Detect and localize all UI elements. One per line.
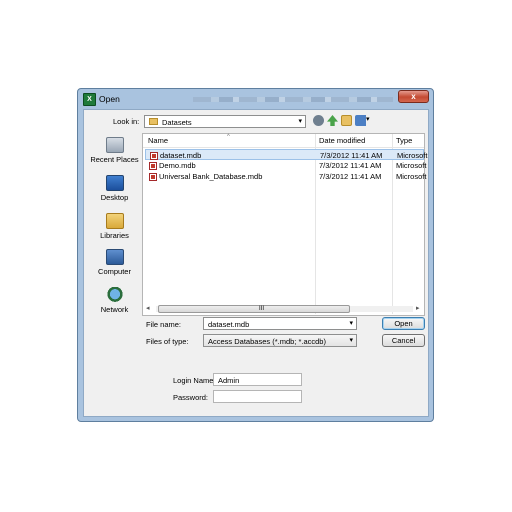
files-of-type-label: Files of type:	[146, 337, 189, 346]
files-of-type-dropdown[interactable]: Access Databases (*.mdb; *.accdb) ▾	[203, 334, 357, 347]
place-desktop[interactable]: Desktop	[89, 175, 140, 202]
look-in-label: Look in:	[113, 117, 140, 126]
scrollbar-grip: III	[259, 306, 265, 312]
new-folder-icon[interactable]	[341, 115, 352, 126]
places-bar: Recent Places Desktop Libraries Computer…	[89, 135, 140, 367]
place-label: Desktop	[100, 193, 129, 202]
chevron-down-icon[interactable]: ▾	[349, 319, 353, 327]
look-in-value: Datasets	[162, 118, 192, 127]
folder-icon	[149, 118, 158, 125]
scroll-left-icon[interactable]: ◂	[146, 304, 150, 312]
column-header-name[interactable]: Name	[148, 136, 168, 145]
file-name-label: File name:	[146, 320, 182, 329]
recent-places-icon	[105, 137, 124, 153]
place-network[interactable]: Network	[89, 287, 140, 314]
computer-icon	[105, 249, 124, 265]
file-type-cell: Microsoft	[396, 172, 427, 181]
file-name-input[interactable]: dataset.mdb ▾	[203, 317, 357, 330]
file-list[interactable]: Name ^ Date modified Type dataset.mdb 7/…	[142, 133, 428, 316]
file-row-demo[interactable]: Demo.mdb 7/3/2012 11:41 AM Microsoft	[145, 160, 427, 171]
file-name-cell: dataset.mdb	[160, 151, 202, 160]
file-date-cell: 7/3/2012 11:41 AM	[320, 151, 383, 160]
password-label: Password:	[173, 393, 209, 402]
place-computer[interactable]: Computer	[89, 249, 140, 276]
header-divider	[143, 147, 424, 148]
access-file-icon	[149, 162, 157, 170]
file-name-cell: Universal Bank_Database.mdb	[159, 172, 263, 181]
files-of-type-value: Access Databases (*.mdb; *.accdb)	[208, 337, 326, 346]
dialog-client-area: Look in: Datasets ▾ ▾ Recent Places Desk…	[83, 109, 429, 417]
chevron-down-icon[interactable]: ▾	[298, 117, 302, 125]
blurred-background-title	[193, 97, 393, 102]
file-type-cell: Microsoft	[396, 161, 427, 170]
chevron-down-icon[interactable]: ▾	[349, 336, 353, 344]
place-libraries[interactable]: Libraries	[89, 213, 140, 240]
file-name-value: dataset.mdb	[208, 320, 250, 329]
open-dialog-window: X Open x Look in: Datasets ▾ ▾ Recent Pl…	[77, 88, 434, 422]
access-file-icon	[150, 152, 158, 160]
file-row-universal-bank[interactable]: Universal Bank_Database.mdb 7/3/2012 11:…	[145, 171, 427, 182]
place-label: Network	[100, 305, 129, 314]
excel-app-icon: X	[83, 93, 96, 106]
place-label: Computer	[98, 267, 131, 276]
login-name-label: Login Name:	[173, 376, 216, 385]
window-title: Open	[99, 94, 120, 104]
libraries-icon	[105, 213, 124, 229]
sort-ascending-icon: ^	[227, 134, 230, 140]
place-label: Libraries	[100, 231, 129, 240]
cancel-button[interactable]: Cancel	[382, 334, 425, 347]
place-recent-places[interactable]: Recent Places	[89, 137, 140, 164]
desktop-icon	[105, 175, 124, 191]
scrollbar-thumb[interactable]: III	[158, 305, 350, 313]
title-bar[interactable]: X Open x	[78, 89, 433, 109]
place-label: Recent Places	[90, 155, 139, 164]
close-button[interactable]: x	[398, 90, 429, 103]
network-icon	[105, 287, 124, 303]
horizontal-scrollbar[interactable]: ◂ III ▸	[146, 304, 423, 314]
login-name-value: Admin	[218, 376, 240, 385]
file-type-cell: Microsoft	[397, 151, 428, 160]
scroll-right-icon[interactable]: ▸	[416, 304, 420, 312]
file-date-cell: 7/3/2012 11:41 AM	[319, 172, 382, 181]
back-icon[interactable]	[313, 115, 324, 126]
file-name-cell: Demo.mdb	[159, 161, 196, 170]
password-input[interactable]	[213, 390, 302, 403]
views-chevron-down-icon[interactable]: ▾	[366, 115, 370, 123]
login-name-input[interactable]: Admin	[213, 373, 302, 386]
open-button[interactable]: Open	[382, 317, 425, 330]
file-row-dataset[interactable]: dataset.mdb 7/3/2012 11:41 AM Microsoft	[145, 149, 428, 160]
column-header-date-modified[interactable]: Date modified	[319, 136, 365, 145]
up-folder-icon[interactable]	[327, 115, 338, 126]
look-in-dropdown[interactable]: Datasets ▾	[144, 115, 306, 128]
column-header-type[interactable]: Type	[396, 136, 412, 145]
access-file-icon	[149, 173, 157, 181]
file-date-cell: 7/3/2012 11:41 AM	[319, 161, 382, 170]
